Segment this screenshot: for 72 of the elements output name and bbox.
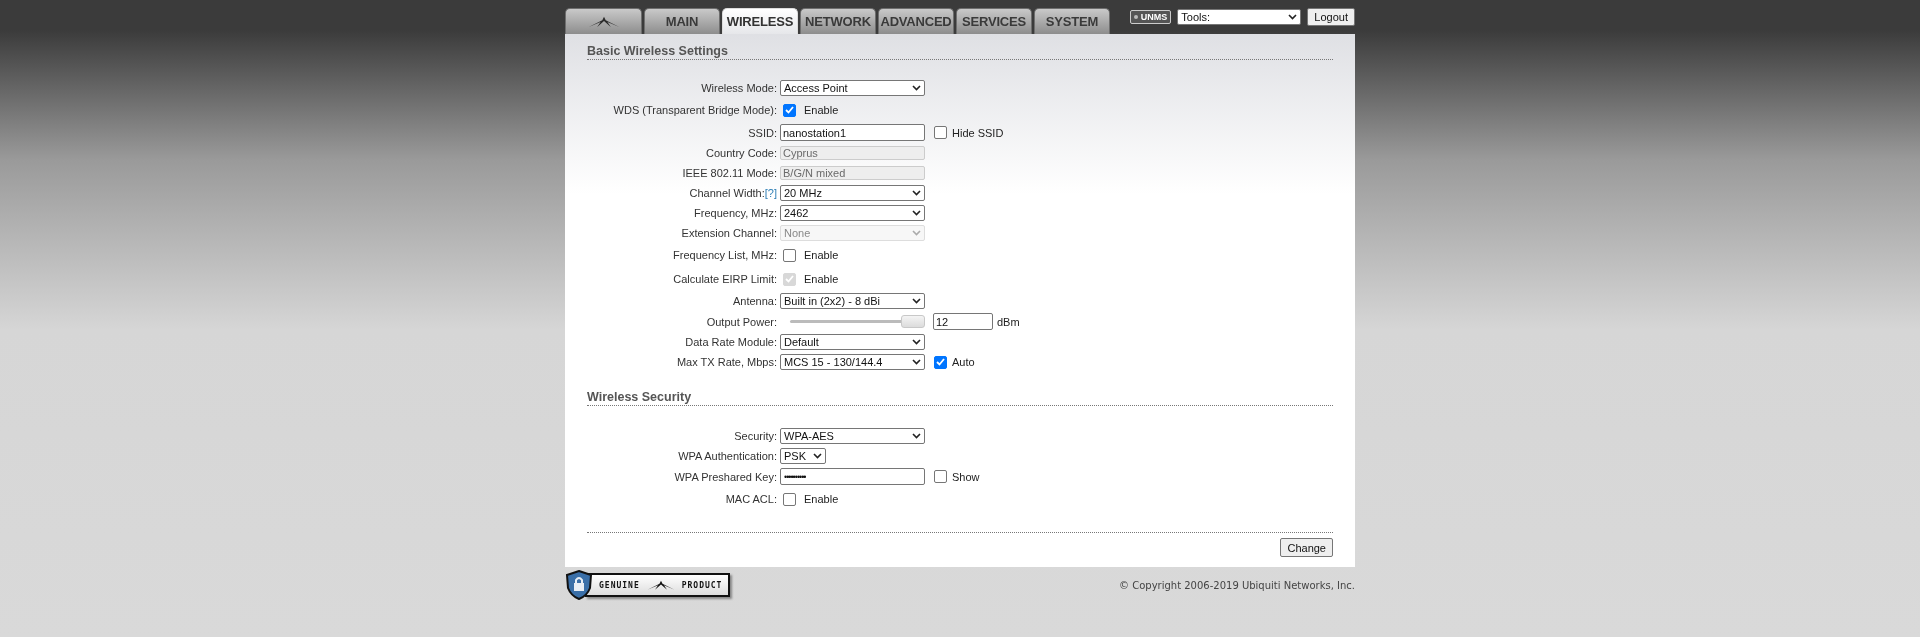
checkbox-label: Enable: [804, 104, 839, 116]
dropdown[interactable]: 20 MHz: [780, 185, 925, 201]
chevron-icon: [912, 230, 921, 236]
logout-button[interactable]: Logout: [1307, 8, 1355, 26]
field-label: Wireless Mode:: [700, 82, 777, 94]
tools-dropdown[interactable]: Tools:: [1177, 9, 1302, 25]
checkbox-label: Enable: [804, 273, 839, 285]
field-label: Antenna:: [731, 295, 777, 307]
checkbox[interactable]: [934, 126, 947, 139]
password-field[interactable]: ••••••••••: [780, 468, 925, 485]
chevron-icon: [912, 85, 921, 91]
chevron-icon: [1288, 14, 1298, 20]
field-label: Frequency, MHz:: [693, 207, 777, 219]
logo-tab[interactable]: [565, 8, 642, 34]
chevron-icon: [813, 453, 822, 459]
nav-tab[interactable]: WIRELESS: [722, 8, 798, 34]
chevron-icon: [912, 339, 921, 345]
field-label: Security:: [733, 430, 777, 442]
genuine-product-badge: GENUINE PRODUCT: [585, 573, 731, 597]
slider[interactable]: [790, 313, 925, 330]
nav-tab[interactable]: SYSTEM: [1034, 8, 1110, 34]
checkbox-label: Hide SSID: [952, 126, 1004, 139]
field-label: IEEE 802.11 Mode:: [681, 167, 777, 179]
checkbox[interactable]: [934, 470, 947, 483]
field-label: SSID:: [747, 126, 777, 139]
unms-badge[interactable]: UNMS: [1129, 10, 1172, 24]
chevron-icon: [912, 359, 921, 365]
checkbox-label: Auto: [952, 356, 975, 368]
nav-tab[interactable]: ADVANCED: [878, 8, 954, 34]
nav-tab[interactable]: SERVICES: [956, 8, 1032, 34]
chevron-icon: [912, 190, 921, 196]
dropdown[interactable]: Built in (2x2) - 8 dBi: [780, 293, 925, 309]
checkbox-label: Enable: [804, 493, 839, 505]
help-link[interactable]: [?]: [764, 187, 777, 199]
field-label: WPA Preshared Key:: [673, 470, 777, 483]
nav-tab[interactable]: MAIN: [644, 8, 720, 34]
checkbox-label: Show: [952, 470, 980, 483]
field-label: Max TX Rate, Mbps:: [675, 356, 777, 368]
field-label: WPA Authentication:: [677, 450, 777, 462]
checkbox[interactable]: [783, 248, 796, 262]
field-label: Output Power:: [705, 315, 777, 328]
dropdown[interactable]: MCS 15 - 130/144.4: [780, 354, 925, 370]
slider-thumb[interactable]: [901, 314, 925, 328]
field-label: Extension Channel:: [680, 227, 777, 239]
nav-tab[interactable]: NETWORK: [800, 8, 876, 34]
section-heading: Wireless Security: [587, 390, 1333, 406]
copyright-text: © Copyright 2006-2019 Ubiquiti Networks, Inc.: [1119, 579, 1355, 591]
text-field[interactable]: nanostation1: [780, 124, 925, 141]
dropdown[interactable]: 2462: [780, 205, 925, 221]
shield-lock-icon: [565, 570, 593, 600]
chevron-icon: [912, 210, 921, 216]
field-label: Calculate EIRP Limit:: [672, 273, 777, 285]
field-label: Channel Width:[?]: [688, 187, 777, 199]
change-button[interactable]: Change: [1280, 538, 1333, 557]
chevron-icon: [912, 433, 921, 439]
dropdown[interactable]: PSK: [780, 448, 826, 464]
dropdown[interactable]: WPA-AES: [780, 428, 925, 444]
dropdown[interactable]: Access Point: [780, 80, 925, 96]
unit-label: dBm: [997, 315, 1020, 328]
field-label: Frequency List, MHz:: [672, 249, 777, 261]
checkbox-label: Enable: [804, 249, 839, 261]
section-heading: Basic Wireless Settings: [587, 44, 1333, 60]
field-label: WDS (Transparent Bridge Mode):: [612, 104, 777, 116]
text-field[interactable]: 12: [933, 313, 993, 330]
checkbox[interactable]: [783, 492, 796, 506]
field-label: Country Code:: [705, 147, 777, 159]
field-label: Data Rate Module:: [684, 336, 777, 348]
dropdown[interactable]: Default: [780, 334, 925, 350]
checkbox[interactable]: [934, 355, 947, 369]
checkbox[interactable]: [783, 103, 796, 117]
chevron-icon: [912, 298, 921, 304]
field-label: MAC ACL:: [724, 493, 777, 505]
